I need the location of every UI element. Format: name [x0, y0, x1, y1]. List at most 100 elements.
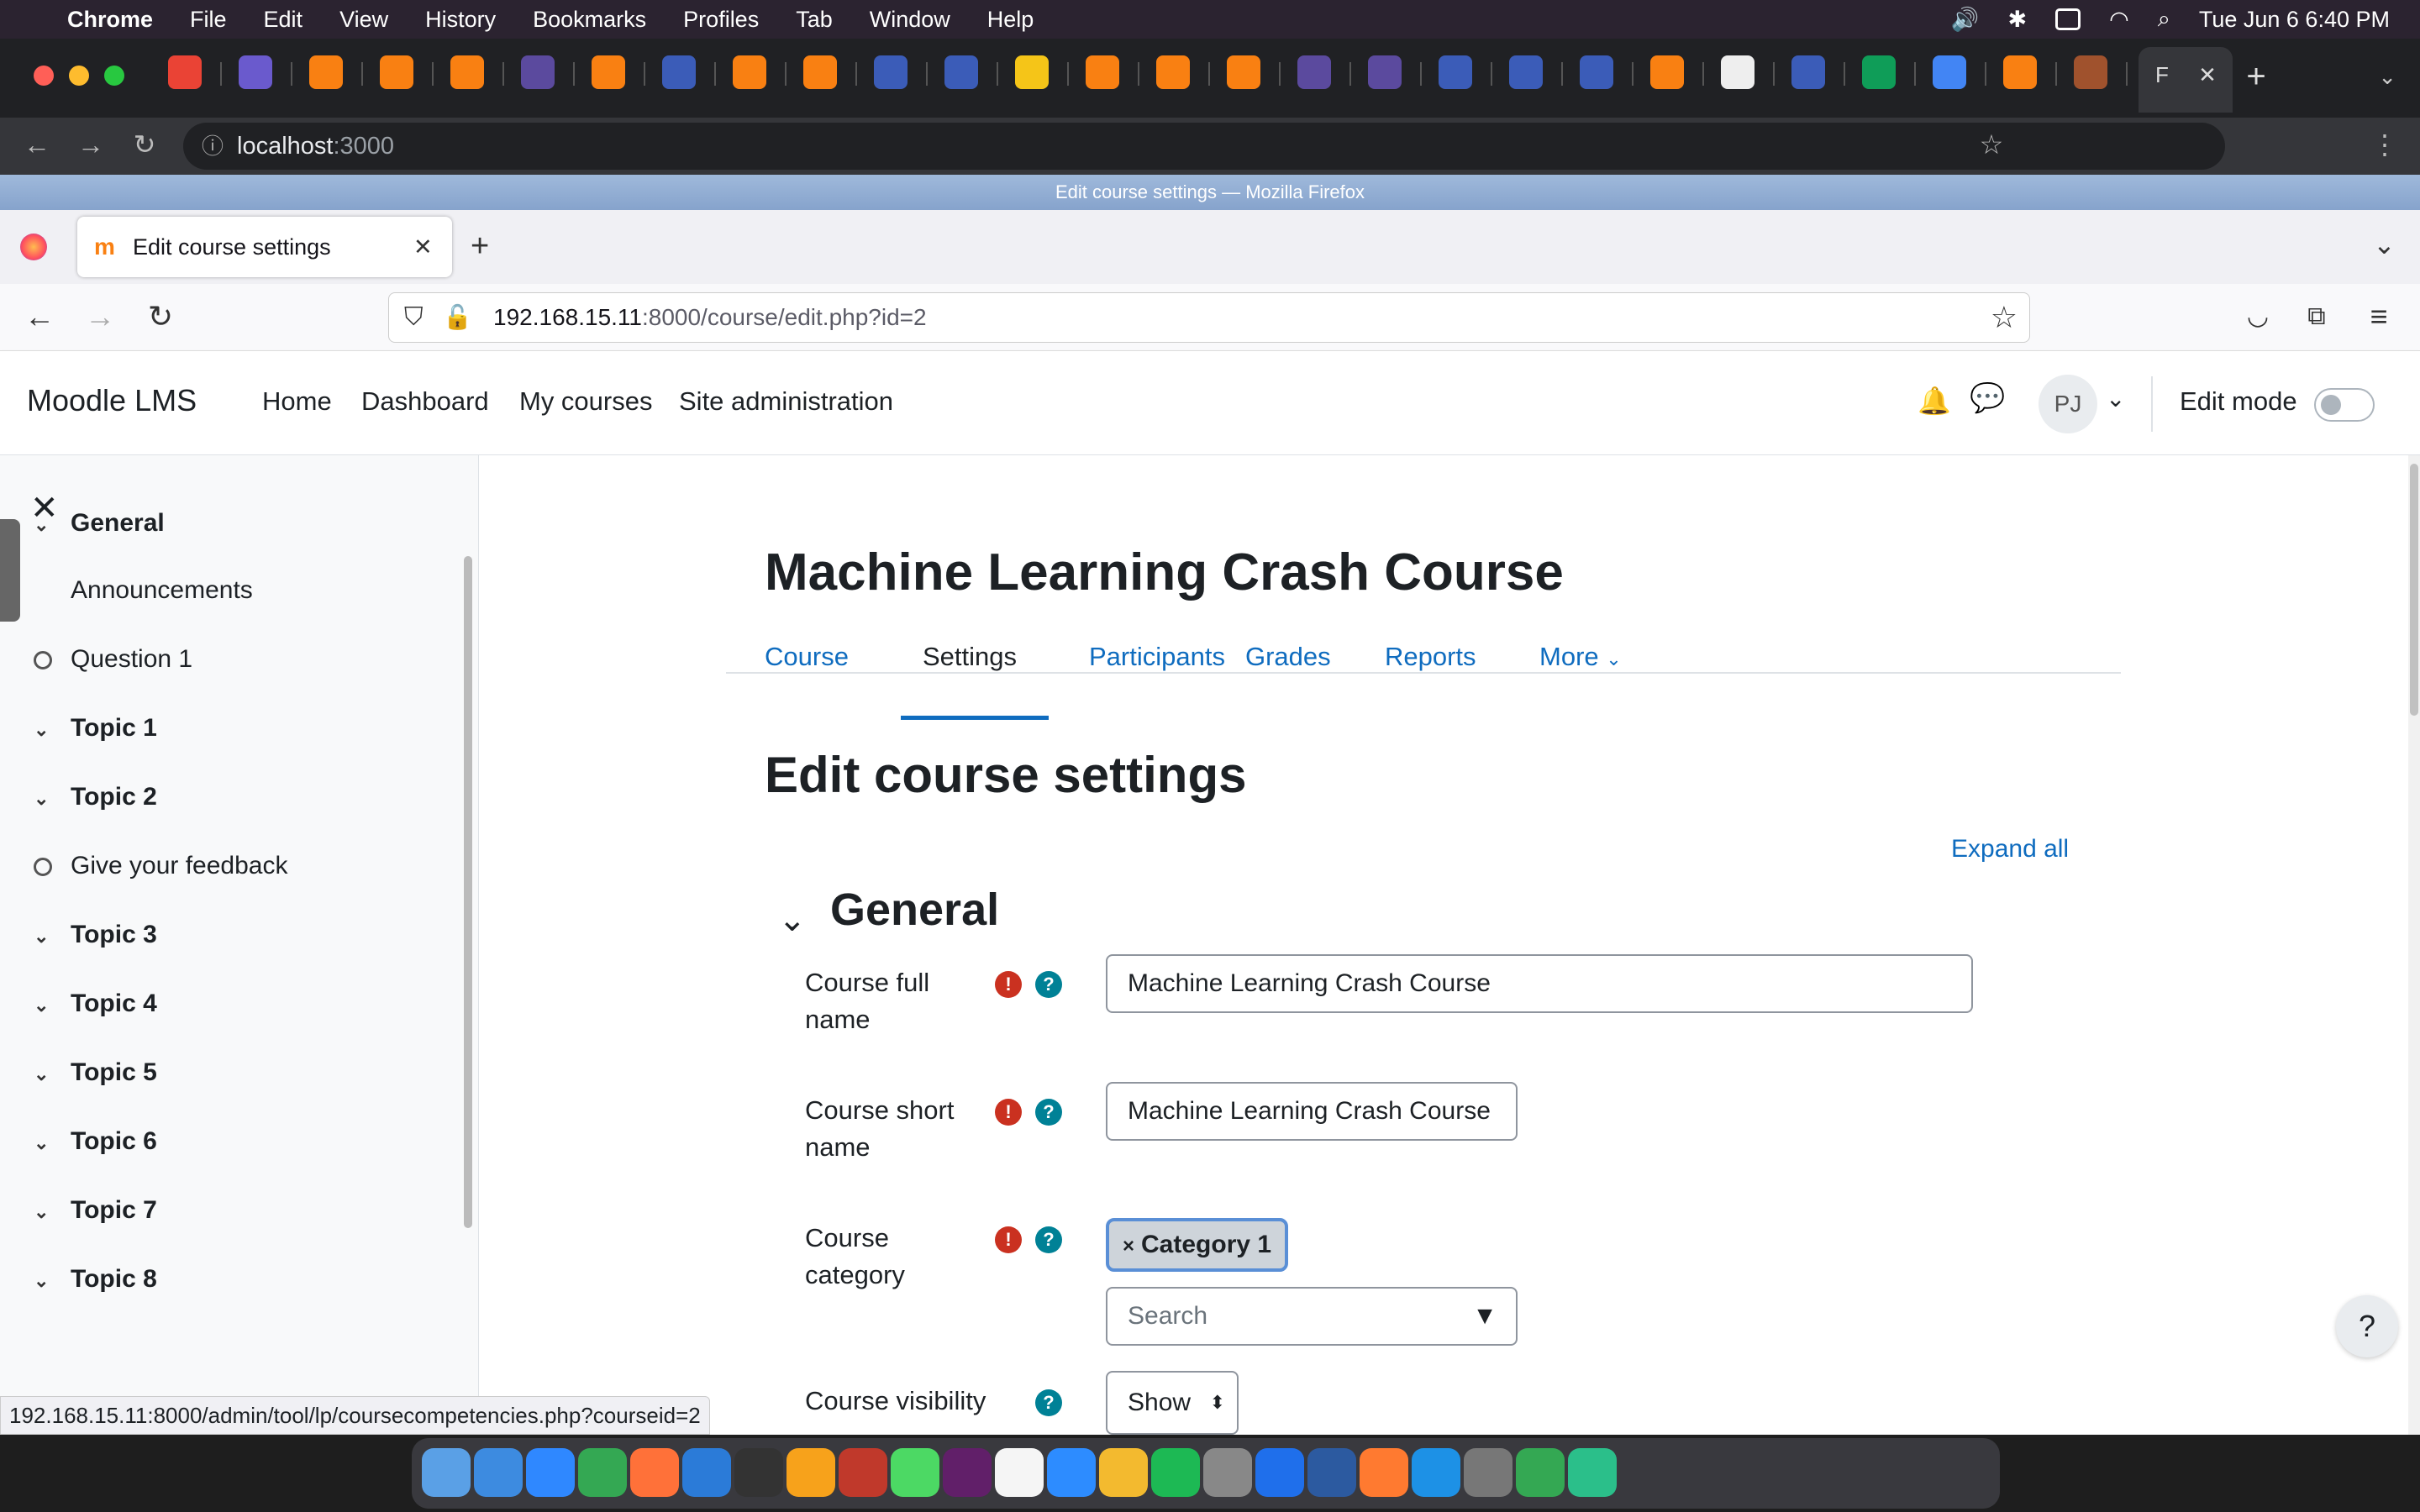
chevron-down-icon[interactable]: ⌄	[34, 1063, 71, 1085]
tab-reports[interactable]: Reports	[1385, 642, 1476, 672]
chrome-tab-favicon[interactable]	[1227, 55, 1260, 89]
avatar[interactable]: PJ	[2039, 375, 2097, 433]
chrome-tab-favicon[interactable]	[1580, 55, 1613, 89]
course-visibility-select[interactable]: Show ⬍	[1106, 1371, 1239, 1435]
shield-icon[interactable]: ⛉	[404, 293, 424, 342]
firefox-tab-edit-course-settings[interactable]: m Edit course settings ✕	[77, 217, 452, 277]
close-icon[interactable]: ✕	[413, 217, 433, 277]
chrome-tab-favicon[interactable]	[1791, 55, 1825, 89]
dock-app-icon[interactable]	[682, 1448, 731, 1497]
nav-link-dashboard[interactable]: Dashboard	[361, 386, 489, 417]
chevron-down-icon[interactable]: ⌄	[34, 514, 71, 536]
pocket-icon[interactable]: ◡	[2240, 299, 2275, 334]
bluetooth-icon[interactable]: ✱	[2008, 7, 2028, 33]
chrome-tab-favicon[interactable]	[1156, 55, 1190, 89]
new-tab-button[interactable]: +	[2235, 55, 2277, 97]
menubar-item-bookmarks[interactable]: Bookmarks	[533, 7, 646, 33]
bookmark-star-icon[interactable]: ☆	[1975, 128, 2008, 161]
chevron-down-icon[interactable]: ⌄	[34, 995, 71, 1016]
chrome-tab-favicon[interactable]	[1439, 55, 1472, 89]
nav-link-site-administration[interactable]: Site administration	[679, 386, 893, 417]
hamburger-menu-icon[interactable]: ≡	[2361, 299, 2396, 334]
chevron-down-icon[interactable]: ⌄	[34, 788, 71, 810]
reload-icon[interactable]: ↻	[128, 128, 161, 161]
dock-app-icon[interactable]	[1360, 1448, 1408, 1497]
chevron-down-icon[interactable]: ⌄	[34, 719, 71, 741]
course-index-item[interactable]: ⌄ Topic 6	[34, 1127, 157, 1156]
back-arrow-icon[interactable]: ←	[20, 128, 54, 161]
dock-app-icon[interactable]	[474, 1448, 523, 1497]
dock-app-icon[interactable]	[891, 1448, 939, 1497]
course-index-item[interactable]: Question 1	[34, 645, 192, 674]
forward-arrow-icon[interactable]: →	[82, 299, 118, 334]
chevron-down-icon[interactable]: ⌄	[34, 1201, 71, 1223]
required-icon[interactable]: !	[995, 1099, 1022, 1126]
course-index-item[interactable]: ⌄ Topic 7	[34, 1196, 157, 1225]
messages-icon[interactable]: 💬	[1970, 381, 2005, 415]
remove-badge-icon[interactable]: ×	[1123, 1235, 1134, 1257]
nav-link-home[interactable]: Home	[262, 386, 332, 417]
dock-app-icon[interactable]	[1464, 1448, 1512, 1497]
chrome-tab-favicon[interactable]	[2003, 55, 2037, 89]
page-scrollbar[interactable]	[2408, 455, 2420, 1435]
section-heading-general[interactable]: General	[830, 884, 999, 936]
help-icon[interactable]: ?	[1035, 1099, 1062, 1126]
nav-link-my-courses[interactable]: My courses	[519, 386, 652, 417]
course-index-item[interactable]: ⌄ Topic 2	[34, 783, 157, 811]
site-info-icon[interactable]: ⓘ	[202, 123, 224, 170]
search-icon[interactable]: ⌕	[2158, 6, 2170, 33]
wifi-icon[interactable]: ◠	[2109, 7, 2129, 33]
chrome-tab-favicon[interactable]	[944, 55, 978, 89]
course-index-item[interactable]: Give your feedback	[34, 852, 287, 880]
dock-app-icon[interactable]	[578, 1448, 627, 1497]
drawer-toggle-handle[interactable]	[0, 519, 20, 622]
chevron-down-icon[interactable]: ⌄	[34, 926, 71, 948]
course-index-item[interactable]: ⌄ Topic 4	[34, 990, 157, 1018]
chrome-tab-favicon[interactable]	[1721, 55, 1754, 89]
chrome-tab-favicon[interactable]	[803, 55, 837, 89]
dock-app-icon[interactable]	[839, 1448, 887, 1497]
dock-app-icon[interactable]	[734, 1448, 783, 1497]
menubar-item-tab[interactable]: Tab	[796, 7, 833, 33]
list-all-tabs-icon[interactable]: ⌄	[2373, 228, 2396, 260]
dock-app-icon[interactable]	[1568, 1448, 1617, 1497]
chevron-down-icon[interactable]: ⌄	[34, 1270, 71, 1292]
close-icon[interactable]: ✕	[2198, 62, 2217, 87]
help-icon[interactable]: ?	[1035, 1389, 1062, 1416]
chevron-down-icon[interactable]: ⌄	[34, 1132, 71, 1154]
firefox-address-bar[interactable]: ⛉ 🔓 192.168.15.11:8000/course/edit.php?i…	[388, 292, 2030, 343]
extensions-icon[interactable]: ⧉	[2299, 299, 2334, 334]
dock-app-icon[interactable]	[1307, 1448, 1356, 1497]
chrome-tab-favicon[interactable]	[1862, 55, 1896, 89]
chrome-tab-favicon[interactable]	[1368, 55, 1402, 89]
menubar-item-window[interactable]: Window	[870, 7, 950, 33]
site-brand[interactable]: Moodle LMS	[27, 383, 197, 418]
chrome-active-tab[interactable]: F ✕	[2139, 47, 2233, 113]
tab-participants[interactable]: Participants	[1089, 642, 1225, 672]
chrome-tab-favicon[interactable]	[2074, 55, 2107, 89]
chevron-down-icon[interactable]: ⌄	[2378, 64, 2396, 90]
menubar-item-history[interactable]: History	[425, 7, 496, 33]
dock-app-icon[interactable]	[1151, 1448, 1200, 1497]
required-icon[interactable]: !	[995, 971, 1022, 998]
dock-app-icon[interactable]	[1516, 1448, 1565, 1497]
dock-app-icon[interactable]	[526, 1448, 575, 1497]
tab-more[interactable]: More ⌄	[1539, 642, 1622, 672]
dock-app-icon[interactable]	[995, 1448, 1044, 1497]
dock-app-icon[interactable]	[1412, 1448, 1460, 1497]
dock-app-icon[interactable]	[630, 1448, 679, 1497]
dock-app-icon[interactable]	[1047, 1448, 1096, 1497]
expand-all-link[interactable]: Expand all	[1951, 835, 2069, 864]
chrome-menu-icon[interactable]: ⋮	[2368, 128, 2402, 161]
tab-course[interactable]: Course	[765, 642, 849, 672]
menubar-datetime[interactable]: Tue Jun 6 6:40 PM	[2199, 7, 2390, 33]
new-tab-button[interactable]: +	[471, 228, 489, 265]
menubar-item-file[interactable]: File	[190, 7, 227, 33]
chrome-address-bar[interactable]: ⓘ localhost:3000	[183, 123, 2225, 170]
profile-avatar-icon[interactable]	[2039, 128, 2072, 161]
drawer-scrollbar[interactable]	[464, 556, 472, 1228]
menubar-item-profiles[interactable]: Profiles	[683, 7, 759, 33]
chrome-tab-favicon[interactable]	[1015, 55, 1049, 89]
chrome-tab-favicon[interactable]	[662, 55, 696, 89]
dropdown-arrow-icon[interactable]: ▼	[1472, 1289, 1497, 1344]
